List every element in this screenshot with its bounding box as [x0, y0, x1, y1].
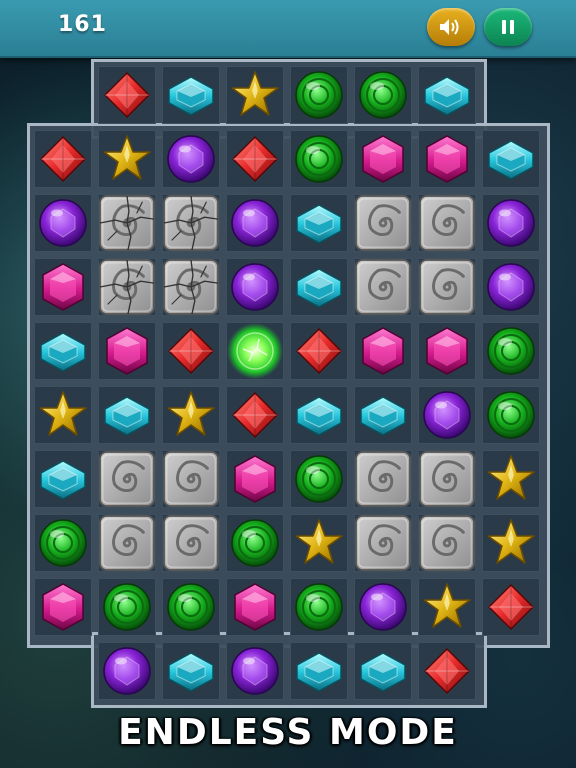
cyan-rectangle-gem[interactable]: [162, 66, 220, 124]
red-diamond-gem[interactable]: [34, 130, 92, 188]
cracked-stone-block[interactable]: [162, 258, 220, 316]
green-round-gem[interactable]: [290, 66, 348, 124]
stone-block[interactable]: [162, 514, 220, 572]
cyan-rectangle-gem[interactable]: [482, 130, 540, 188]
pink-hexagon-gem[interactable]: [354, 130, 412, 188]
pink-hexagon-gem[interactable]: [226, 578, 284, 636]
green-round-gem[interactable]: [482, 322, 540, 380]
yellow-star-gem[interactable]: [290, 514, 348, 572]
red-diamond-gem[interactable]: [162, 322, 220, 380]
red-diamond-gem[interactable]: [226, 130, 284, 188]
yellow-star-gem[interactable]: [162, 386, 220, 444]
stone-block[interactable]: [98, 450, 156, 508]
pink-hexagon-gem[interactable]: [34, 578, 92, 636]
purple-sphere-gem[interactable]: [226, 258, 284, 316]
top-bar: 161: [0, 0, 576, 58]
pink-hexagon-gem[interactable]: [418, 322, 476, 380]
stone-block[interactable]: [354, 450, 412, 508]
pink-hexagon-gem[interactable]: [354, 322, 412, 380]
cyan-rectangle-gem[interactable]: [354, 642, 412, 700]
pause-button[interactable]: [484, 8, 532, 46]
purple-sphere-gem[interactable]: [482, 258, 540, 316]
sound-button[interactable]: [427, 8, 475, 46]
red-diamond-gem[interactable]: [98, 66, 156, 124]
purple-sphere-gem[interactable]: [482, 194, 540, 252]
cyan-rectangle-gem[interactable]: [354, 386, 412, 444]
cyan-rectangle-gem[interactable]: [34, 322, 92, 380]
pink-hexagon-gem[interactable]: [98, 322, 156, 380]
score-counter: 161: [58, 12, 107, 37]
yellow-star-gem[interactable]: [418, 578, 476, 636]
pink-hexagon-gem[interactable]: [418, 130, 476, 188]
yellow-star-gem[interactable]: [34, 386, 92, 444]
yellow-star-gem[interactable]: [482, 450, 540, 508]
stone-block[interactable]: [418, 258, 476, 316]
pause-icon: [502, 20, 514, 34]
purple-sphere-gem[interactable]: [226, 642, 284, 700]
purple-sphere-gem[interactable]: [226, 194, 284, 252]
cyan-rectangle-gem[interactable]: [290, 258, 348, 316]
purple-sphere-gem[interactable]: [418, 386, 476, 444]
cyan-rectangle-gem[interactable]: [290, 386, 348, 444]
red-diamond-gem[interactable]: [226, 386, 284, 444]
cyan-rectangle-gem[interactable]: [290, 194, 348, 252]
pink-hexagon-gem[interactable]: [226, 450, 284, 508]
red-diamond-gem[interactable]: [482, 578, 540, 636]
red-diamond-gem[interactable]: [418, 642, 476, 700]
green-round-gem[interactable]: [482, 386, 540, 444]
cracked-stone-block[interactable]: [98, 194, 156, 252]
cyan-rectangle-gem[interactable]: [98, 386, 156, 444]
green-round-gem[interactable]: [98, 578, 156, 636]
green-round-gem[interactable]: [290, 130, 348, 188]
yellow-star-gem[interactable]: [98, 130, 156, 188]
speaker-icon: [440, 19, 459, 35]
yellow-star-gem[interactable]: [226, 66, 284, 124]
red-diamond-gem[interactable]: [290, 322, 348, 380]
yellow-star-gem[interactable]: [482, 514, 540, 572]
stone-block[interactable]: [418, 194, 476, 252]
purple-sphere-gem[interactable]: [98, 642, 156, 700]
stone-block[interactable]: [418, 450, 476, 508]
cracked-stone-block[interactable]: [98, 258, 156, 316]
stone-block[interactable]: [354, 258, 412, 316]
cyan-rectangle-gem[interactable]: [162, 642, 220, 700]
cyan-rectangle-gem[interactable]: [418, 66, 476, 124]
stone-block[interactable]: [418, 514, 476, 572]
green-round-gem[interactable]: [226, 514, 284, 572]
green-round-gem[interactable]: [354, 66, 412, 124]
cyan-rectangle-gem[interactable]: [290, 642, 348, 700]
green-round-gem[interactable]: [290, 450, 348, 508]
green-round-gem[interactable]: [290, 578, 348, 636]
stone-block[interactable]: [354, 514, 412, 572]
stone-block[interactable]: [98, 514, 156, 572]
purple-sphere-gem[interactable]: [162, 130, 220, 188]
pink-hexagon-gem[interactable]: [34, 258, 92, 316]
stone-block[interactable]: [162, 450, 220, 508]
stone-block[interactable]: [354, 194, 412, 252]
purple-sphere-gem[interactable]: [354, 578, 412, 636]
cyan-rectangle-gem[interactable]: [34, 450, 92, 508]
mode-label: ENDLESS MODE: [118, 712, 458, 753]
glowing-green-bomb[interactable]: [226, 322, 284, 380]
purple-sphere-gem[interactable]: [34, 194, 92, 252]
green-round-gem[interactable]: [34, 514, 92, 572]
cracked-stone-block[interactable]: [162, 194, 220, 252]
green-round-gem[interactable]: [162, 578, 220, 636]
